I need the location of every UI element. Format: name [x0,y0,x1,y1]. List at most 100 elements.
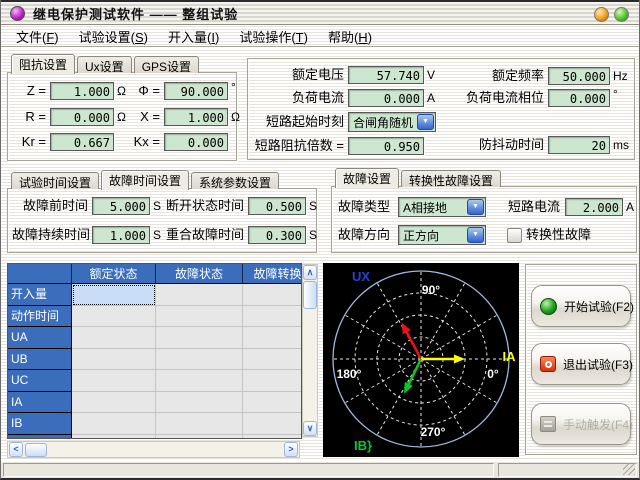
prefault-time-input[interactable]: 5.000 [92,197,150,215]
table-cell[interactable] [156,327,243,349]
manual-trigger-button[interactable]: 手动触发(F4) [531,403,631,445]
menu-test-settings[interactable]: 试验设置(S) [69,25,158,49]
table-cell[interactable] [72,370,156,392]
tab-test-time-settings[interactable]: 试验时间设置 [11,172,99,189]
table-cell[interactable] [72,435,156,440]
action-panel: 开始试验(F2) 退出试验(F3) 手动触发(F4) [525,264,637,455]
vertical-scroll-thumb[interactable] [303,281,317,309]
table-cell[interactable] [243,349,302,371]
fault-direction-label: 故障方向 [338,226,390,244]
menu-binary-input[interactable]: 开入量(I) [158,25,229,49]
menu-help[interactable]: 帮助(H) [318,25,382,49]
fault-start-time-combo[interactable]: 合闸角随机▼ [348,112,436,132]
load-current-phase-input[interactable]: 0.000 [548,89,610,107]
table-cell[interactable] [156,306,243,328]
tab-system-param-settings[interactable]: 系统参数设置 [191,172,279,189]
phasor-red-vector [404,328,421,359]
reclose-fault-time-input[interactable]: 0.300 [248,226,306,244]
chevron-down-icon[interactable]: ▼ [467,227,484,243]
scroll-up-icon[interactable]: ∧ [303,265,317,280]
minimize-button[interactable] [594,7,609,22]
open-state-time-unit: S [309,199,317,213]
table-horizontal-scrollbar[interactable]: < > [7,441,300,458]
table-cell[interactable] [156,284,243,306]
horizontal-scroll-thumb[interactable] [25,443,47,457]
table-corner-cell [8,264,72,284]
table-cell[interactable] [156,349,243,371]
table-cell[interactable] [243,327,302,349]
evolving-fault-checkbox-label: 转换性故障 [526,226,591,244]
tab-ux-settings[interactable]: Ux设置 [77,56,132,73]
tab-fault-time-settings[interactable]: 故障时间设置 [101,170,189,190]
table-cell[interactable] [156,413,243,435]
rating-pane: 额定电压57.740V 负荷电流0.000A 短路起始时刻合闸角随机▼ 短路阻抗… [247,58,635,160]
kr-input[interactable]: 0.667 [50,133,114,151]
manual-trigger-label: 手动触发(F4) [563,416,633,433]
load-current-phase-label: 负荷电流相位 [456,89,544,107]
impedance-multiplier-input[interactable]: 0.950 [348,137,424,155]
fault-tab-strip: 故障设置 转换性故障设置 [335,167,503,187]
table-cell[interactable] [156,370,243,392]
exit-test-button[interactable]: 退出试验(F3) [531,343,631,385]
table-cell[interactable] [243,435,302,440]
tab-impedance-settings[interactable]: 阻抗设置 [11,54,75,74]
table-cell[interactable] [156,435,243,440]
reclose-fault-time-label: 重合故障时间 [158,226,244,244]
phasor-spoke [421,315,497,359]
load-current-input[interactable]: 0.000 [348,89,424,107]
fault-direction-combo[interactable]: 正方向▼ [398,225,486,245]
resize-grip[interactable] [623,463,635,475]
table-cell[interactable] [243,370,302,392]
phasor-channel-label: IB} [354,438,372,453]
x-label: X = [130,108,160,126]
table-cell[interactable] [243,306,302,328]
chevron-down-icon[interactable]: ▼ [467,199,484,215]
fault-type-combo[interactable]: A相接地▼ [398,197,486,217]
table-vertical-scrollbar[interactable]: ∧ ∨ [302,264,318,437]
tab-evolving-fault-settings[interactable]: 转换性故障设置 [401,170,501,187]
table-cell[interactable] [72,284,156,306]
scroll-left-icon[interactable]: < [9,442,23,457]
scroll-down-icon[interactable]: ∨ [303,421,317,436]
tab-gps-settings[interactable]: GPS设置 [134,56,199,73]
x-input[interactable]: 1.000 [164,108,228,126]
phi-input[interactable]: 90.000 [164,82,228,100]
z-input[interactable]: 1.000 [50,82,114,100]
close-button[interactable] [614,7,629,22]
phasor-plot: 90°180°0°270°UXIAIB} [323,263,519,457]
start-test-label: 开始试验(F2) [564,298,634,315]
rated-frequency-input[interactable]: 50.000 [548,67,610,85]
phi-label: Φ = [130,82,160,100]
table-cell[interactable] [156,392,243,414]
debounce-time-input[interactable]: 20 [548,136,610,154]
table-cell[interactable] [243,284,302,306]
table-cell[interactable] [72,327,156,349]
impedance-pane: Z =1.000Ω Φ =90.000° R =0.000Ω X =1.000Ω… [7,72,237,161]
load-current-unit: A [427,91,435,105]
evolving-fault-checkbox[interactable] [507,228,522,243]
results-table: 额定状态故障状态故障转换开入量动作时间UAUBUCIAIBIC [7,263,302,439]
table-cell[interactable] [72,349,156,371]
table-cell[interactable] [243,392,302,414]
debounce-time-label: 防抖动时间 [456,136,544,154]
chevron-down-icon[interactable]: ▼ [417,114,434,130]
rated-voltage-input[interactable]: 57.740 [348,66,424,84]
start-test-button[interactable]: 开始试验(F2) [531,285,631,327]
tab-fault-settings[interactable]: 故障设置 [335,168,399,188]
scroll-right-icon[interactable]: > [284,442,298,457]
start-icon [540,298,557,315]
menu-file[interactable]: 文件(F) [6,25,69,49]
menu-test-operation[interactable]: 试验操作(T) [229,25,318,49]
table-row-label: UC [8,370,72,392]
phasor-spoke [421,359,497,403]
short-circuit-current-input[interactable]: 2.000 [565,198,623,216]
kx-input[interactable]: 0.000 [164,133,228,151]
open-state-time-input[interactable]: 0.500 [248,197,306,215]
table-cell[interactable] [72,413,156,435]
table-cell[interactable] [243,413,302,435]
prefault-time-label: 故障前时间 [12,197,88,215]
table-cell[interactable] [72,392,156,414]
r-input[interactable]: 0.000 [50,108,114,126]
table-cell[interactable] [72,306,156,328]
fault-duration-input[interactable]: 1.000 [92,226,150,244]
